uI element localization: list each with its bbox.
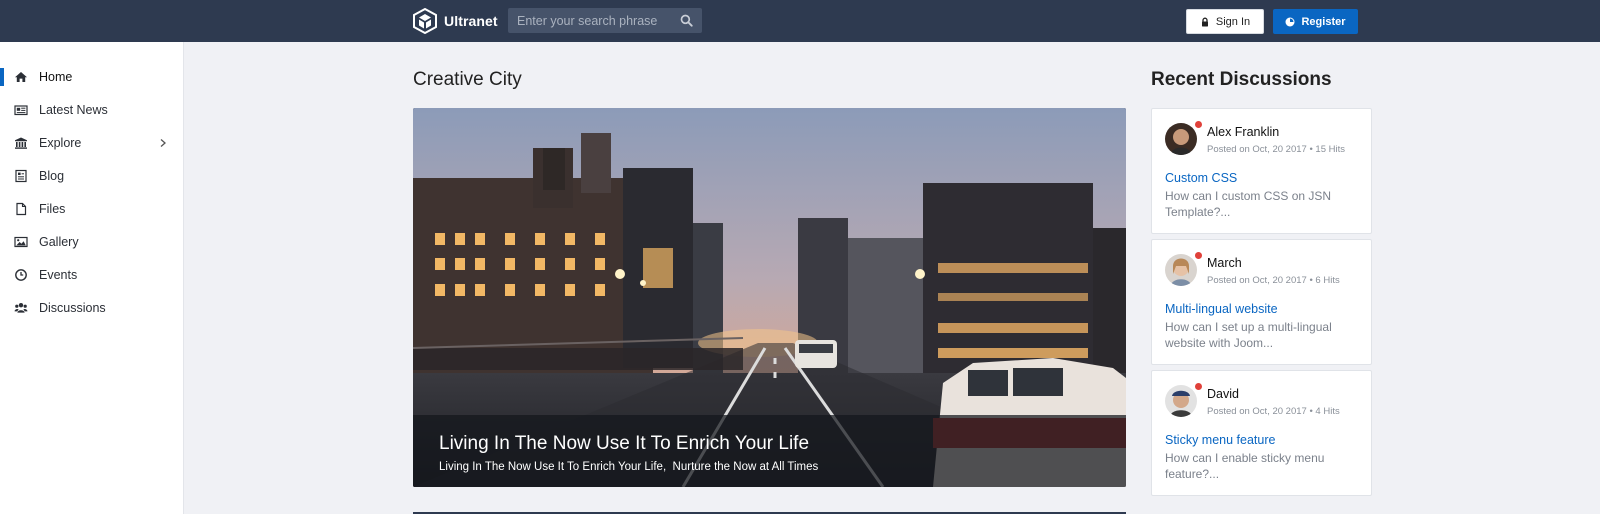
discussion-author[interactable]: March [1207, 256, 1242, 270]
home-icon [15, 71, 27, 82]
discussion-meta: Posted on Oct, 20 2017 • 4 Hits [1207, 406, 1340, 417]
search-icon[interactable] [680, 14, 693, 27]
online-status-dot [1195, 383, 1202, 390]
discussion-excerpt: How can I custom CSS on JSN Template?... [1165, 189, 1332, 219]
users-icon [14, 302, 28, 313]
discussion-card: David Posted on Oct, 20 2017 • 4 Hits St… [1151, 370, 1372, 496]
sidebar-item-explore[interactable]: Explore [0, 126, 183, 159]
avatar[interactable] [1165, 254, 1197, 286]
bank-icon [15, 137, 27, 149]
section-title: Creative City [413, 69, 522, 90]
discussion-meta: Posted on Oct, 20 2017 • 15 Hits [1207, 144, 1345, 155]
discussion-topic-link[interactable]: Custom CSS [1165, 171, 1237, 185]
sidebar-item-gallery[interactable]: Gallery [0, 225, 183, 258]
sidebar-item-label: Home [39, 69, 73, 84]
online-status-dot [1195, 252, 1202, 259]
file-icon [16, 202, 27, 215]
discussion-excerpt: How can I set up a multi-lingual website… [1165, 320, 1332, 350]
sidebar-item-label: Events [39, 267, 78, 282]
register-button[interactable]: Register [1273, 9, 1358, 34]
discussion-meta: Posted on Oct, 20 2017 • 6 Hits [1207, 275, 1340, 286]
hero-subtitle: Living In The Now Use It To Enrich Your … [439, 461, 819, 473]
search-input[interactable] [508, 8, 674, 33]
sidebar-item-events[interactable]: Events [0, 258, 183, 291]
discussion-author[interactable]: David [1207, 387, 1239, 401]
discussion-card: March Posted on Oct, 20 2017 • 6 Hits Mu… [1151, 239, 1372, 365]
online-status-dot [1195, 121, 1202, 128]
discussion-topic-link[interactable]: Sticky menu feature [1165, 433, 1275, 447]
discussion-topic-link[interactable]: Multi-lingual website [1165, 302, 1278, 316]
brand-logo-icon [413, 8, 437, 34]
sidebar-item-files[interactable]: Files [0, 192, 183, 225]
brand[interactable]: Ultranet [412, 8, 498, 34]
discussion-excerpt: How can I enable sticky menu feature?... [1165, 451, 1325, 481]
sidebar-item-blog[interactable]: Blog [0, 159, 183, 192]
hero-slide[interactable]: Living In The Now Use It To Enrich Your … [413, 108, 1126, 487]
brand-name: Ultranet [444, 13, 498, 29]
sidebar-item-label: Explore [39, 135, 82, 150]
sidebar-item-label: Gallery [39, 234, 79, 249]
register-label: Register [1301, 15, 1346, 28]
sidebar-item-discussions[interactable]: Discussions [0, 291, 183, 324]
sidebar-item-label: Files [39, 201, 66, 216]
discussion-author[interactable]: Alex Franklin [1207, 125, 1279, 139]
search-box [508, 8, 702, 33]
recent-discussions-title: Recent Discussions [1151, 69, 1332, 90]
discussion-card: Alex Franklin Posted on Oct, 20 2017 • 1… [1151, 108, 1372, 234]
sidebar-item-label: Discussions [39, 300, 106, 315]
hero-title[interactable]: Living In The Now Use It To Enrich Your … [439, 433, 809, 455]
chevron-right-icon [160, 138, 166, 147]
image-icon [14, 236, 28, 247]
register-icon [1285, 17, 1295, 26]
avatar[interactable] [1165, 385, 1197, 417]
blog-icon [15, 169, 27, 182]
newspaper-icon [14, 104, 28, 115]
avatar[interactable] [1165, 123, 1197, 155]
sign-in-button[interactable]: Sign In [1186, 9, 1264, 34]
sidebar-item-latest-news[interactable]: Latest News [0, 93, 183, 126]
hero-caption: Living In The Now Use It To Enrich Your … [413, 415, 1126, 487]
top-navbar: Ultranet Sign In Register [0, 0, 1600, 42]
sidebar-item-home[interactable]: Home [0, 60, 183, 93]
clock-icon [15, 268, 27, 281]
sidebar: Home Latest News Explore Blog Files Gall… [0, 42, 184, 514]
sign-in-label: Sign In [1215, 15, 1251, 28]
sidebar-item-label: Latest News [39, 102, 108, 117]
lock-icon [1201, 17, 1208, 26]
sidebar-item-label: Blog [39, 168, 65, 183]
